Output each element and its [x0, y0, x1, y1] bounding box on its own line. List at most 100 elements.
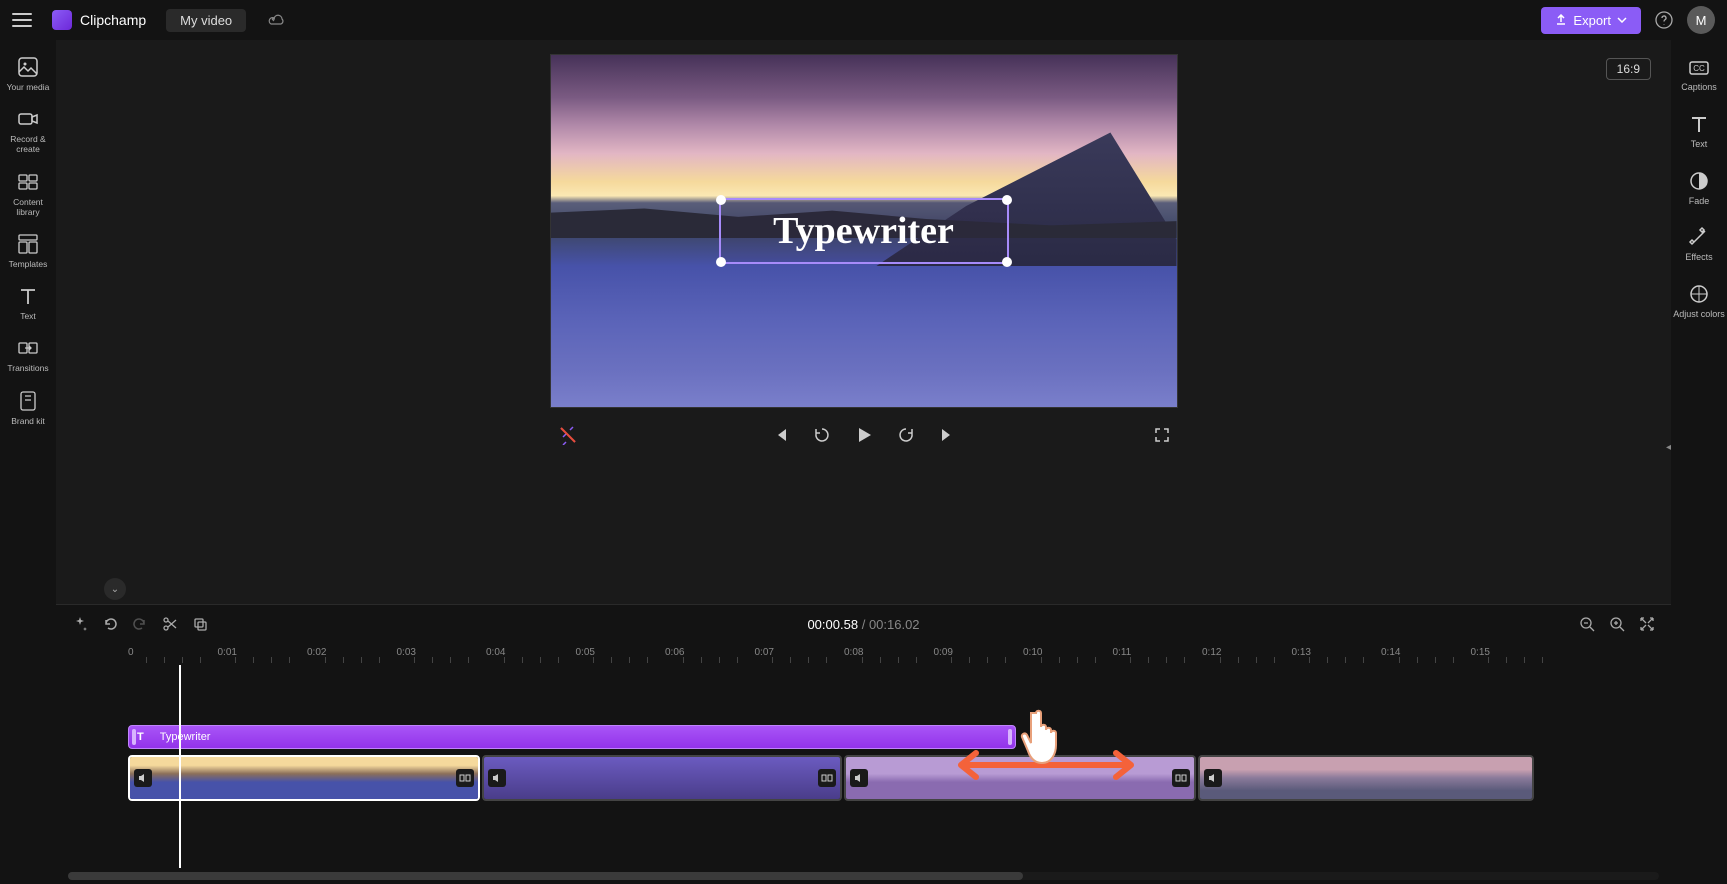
resize-handle-bl[interactable]	[716, 257, 726, 267]
fit-timeline-icon[interactable]	[1639, 616, 1655, 632]
zoom-out-icon[interactable]	[1579, 616, 1595, 632]
left-sidebar: Your media Record & create Content libra…	[0, 40, 56, 884]
skip-back-icon[interactable]	[773, 427, 789, 443]
clip-audio-icon[interactable]	[850, 769, 868, 787]
ruler-mark: 0:07	[755, 647, 774, 658]
library-icon	[17, 171, 39, 193]
sidebar-label-transitions: Transitions	[7, 363, 48, 373]
sidebar-templates[interactable]: Templates	[0, 227, 56, 275]
sidebar-brand-kit[interactable]: Brand kit	[0, 384, 56, 432]
rsidebar-adjust-colors[interactable]: Adjust colors	[1671, 275, 1727, 328]
rsidebar-label-fade: Fade	[1689, 196, 1710, 207]
rsidebar-label-adjust: Adjust colors	[1673, 309, 1725, 320]
ruler-mark: 0:06	[665, 647, 684, 658]
tracks-area[interactable]: T Typewriter	[56, 665, 1671, 868]
zoom-in-icon[interactable]	[1609, 616, 1625, 632]
text-icon	[17, 285, 39, 307]
resize-handle-tl[interactable]	[716, 195, 726, 205]
sidebar-your-media[interactable]: Your media	[0, 50, 56, 98]
sidebar-content-library[interactable]: Content library	[0, 165, 56, 223]
preview-area: 16:9 Typewriter	[56, 40, 1671, 604]
effects-icon	[1688, 226, 1710, 248]
auto-enhance-icon[interactable]	[558, 425, 578, 445]
transition-icon[interactable]	[1172, 769, 1190, 787]
rsidebar-label-effects: Effects	[1685, 252, 1712, 263]
fullscreen-icon[interactable]	[1154, 427, 1170, 443]
transition-icon[interactable]	[456, 769, 474, 787]
resize-handle-tr[interactable]	[1002, 195, 1012, 205]
transition-icon[interactable]	[818, 769, 836, 787]
svg-text:CC: CC	[1693, 64, 1705, 73]
horizontal-scrollbar[interactable]	[68, 872, 1659, 880]
scissors-icon[interactable]	[162, 616, 178, 632]
user-avatar[interactable]: M	[1687, 6, 1715, 34]
clip-handle-left[interactable]	[132, 729, 136, 745]
text-track-label: Typewriter	[160, 731, 211, 743]
media-icon	[17, 56, 39, 78]
sidebar-label-record: Record & create	[2, 134, 54, 154]
aspect-ratio-badge[interactable]: 16:9	[1606, 58, 1651, 80]
playback-controls	[550, 426, 1178, 444]
collapse-right-icon[interactable]: ◂	[1666, 442, 1671, 453]
video-clip[interactable]	[1198, 755, 1534, 801]
forward-icon[interactable]	[897, 426, 915, 444]
copy-icon[interactable]	[192, 616, 208, 632]
video-tracks	[128, 755, 1659, 801]
rsidebar-captions[interactable]: CC Captions	[1671, 50, 1727, 101]
templates-icon	[17, 233, 39, 255]
rsidebar-fade[interactable]: Fade	[1671, 162, 1727, 215]
clip-audio-icon[interactable]	[134, 769, 152, 787]
rsidebar-text[interactable]: Text	[1671, 105, 1727, 158]
text-t-icon: T	[137, 731, 144, 743]
clip-audio-icon[interactable]	[1204, 769, 1222, 787]
skip-forward-icon[interactable]	[939, 427, 955, 443]
scrollbar-thumb[interactable]	[68, 872, 1023, 880]
resize-handle-br[interactable]	[1002, 257, 1012, 267]
play-icon[interactable]	[855, 426, 873, 444]
timeline-ruler[interactable]: 00:010:020:030:040:050:060:070:080:090:1…	[56, 643, 1671, 665]
export-label: Export	[1573, 13, 1611, 28]
playhead[interactable]	[179, 665, 181, 868]
ruler-mark: 0:02	[307, 647, 326, 658]
preview-canvas[interactable]: Typewriter	[550, 54, 1178, 408]
rewind-icon[interactable]	[813, 426, 831, 444]
clip-audio-icon[interactable]	[488, 769, 506, 787]
sidebar-label-templates: Templates	[9, 259, 48, 269]
captions-icon: CC	[1688, 58, 1710, 78]
help-icon[interactable]	[1655, 11, 1673, 29]
app-name: Clipchamp	[80, 12, 146, 28]
sidebar-label-text: Text	[20, 311, 36, 321]
rsidebar-effects[interactable]: Effects	[1671, 218, 1727, 271]
menu-icon[interactable]	[12, 13, 32, 27]
text-overlay-box[interactable]: Typewriter	[719, 198, 1009, 264]
sidebar-record-create[interactable]: Record & create	[0, 102, 56, 160]
ruler-mark: 0:13	[1292, 647, 1311, 658]
sidebar-label-media: Your media	[7, 82, 50, 92]
sidebar-text[interactable]: Text	[0, 279, 56, 327]
ruler-mark: 0:05	[576, 647, 595, 658]
ruler-mark: 0:08	[844, 647, 863, 658]
redo-icon[interactable]	[132, 616, 148, 632]
main-area: 16:9 Typewriter	[56, 40, 1671, 884]
chevron-down-icon	[1617, 17, 1627, 23]
text-track-clip[interactable]: T Typewriter	[128, 725, 1016, 749]
sidebar-transitions[interactable]: Transitions	[0, 331, 56, 379]
timeline-section: 00:00.58 / 00:16.02 00:010:020:030:040:0…	[56, 604, 1671, 884]
ruler-mark: 0:09	[934, 647, 953, 658]
undo-icon[interactable]	[102, 616, 118, 632]
ruler-mark: 0:11	[1113, 647, 1132, 658]
clipchamp-logo-icon	[52, 10, 72, 30]
ruler-mark: 0:14	[1381, 647, 1400, 658]
export-button[interactable]: Export	[1541, 7, 1641, 34]
cloud-sync-icon[interactable]	[268, 13, 286, 27]
app-logo[interactable]: Clipchamp	[52, 10, 146, 30]
rsidebar-label-text: Text	[1691, 139, 1708, 150]
clip-handle-right[interactable]	[1008, 729, 1012, 745]
transitions-icon	[17, 337, 39, 359]
right-sidebar: CC Captions Text Fade Effects Adjust col…	[1671, 40, 1727, 884]
ruler-mark: 0	[128, 647, 134, 658]
expand-down-icon[interactable]: ⌄	[104, 578, 126, 600]
project-title-tab[interactable]: My video	[166, 9, 246, 32]
video-clip[interactable]	[482, 755, 842, 801]
sparkle-icon[interactable]	[72, 616, 88, 632]
